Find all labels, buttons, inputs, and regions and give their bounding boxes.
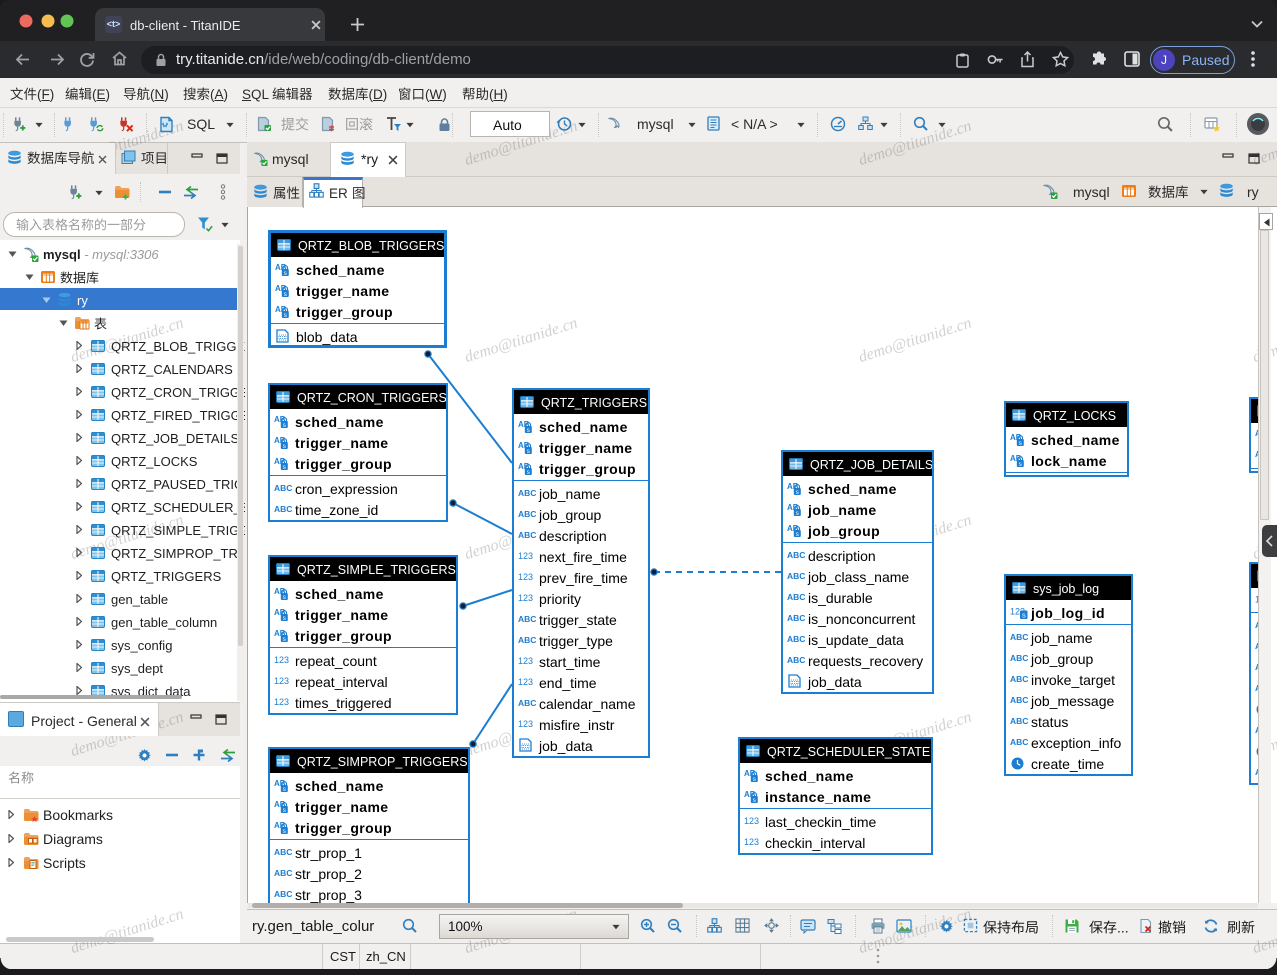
svg-text:123: 123	[744, 837, 759, 847]
svg-text:123: 123	[518, 677, 533, 687]
svg-text:ABC: ABC	[274, 504, 292, 514]
svg-text:ABC: ABC	[274, 868, 292, 878]
svg-text:ABC: ABC	[518, 614, 536, 624]
svg-text:ABC: ABC	[1010, 632, 1028, 642]
svg-text:ABC: ABC	[274, 847, 292, 857]
svg-text:ABC: ABC	[787, 655, 805, 665]
svg-text:123: 123	[274, 655, 289, 665]
svg-text:ABC: ABC	[1010, 653, 1028, 663]
svg-text:ABC: ABC	[1010, 716, 1028, 726]
svg-text:ABC: ABC	[787, 571, 805, 581]
svg-text:s: s	[1022, 611, 1026, 620]
svg-text:ABC: ABC	[1010, 695, 1028, 705]
svg-text:ABC: ABC	[518, 488, 536, 498]
svg-text:123: 123	[274, 676, 289, 686]
svg-text:ABC: ABC	[274, 889, 292, 899]
svg-text:ABC: ABC	[518, 635, 536, 645]
svg-text:ABC: ABC	[787, 592, 805, 602]
svg-text:123: 123	[274, 697, 289, 707]
svg-text:ABC: ABC	[518, 530, 536, 540]
svg-text:ABC: ABC	[1010, 674, 1028, 684]
svg-text:ABC: ABC	[518, 698, 536, 708]
svg-text:123: 123	[518, 572, 533, 582]
svg-text:ABC: ABC	[787, 613, 805, 623]
svg-text:123: 123	[518, 656, 533, 666]
svg-text:123: 123	[518, 719, 533, 729]
svg-text:ABC: ABC	[1010, 737, 1028, 747]
svg-text:123: 123	[518, 593, 533, 603]
svg-text:ABC: ABC	[274, 483, 292, 493]
svg-text:ABC: ABC	[787, 634, 805, 644]
svg-text:123: 123	[744, 816, 759, 826]
svg-text:123: 123	[518, 551, 533, 561]
svg-text:ABC: ABC	[518, 509, 536, 519]
svg-text:ABC: ABC	[787, 550, 805, 560]
